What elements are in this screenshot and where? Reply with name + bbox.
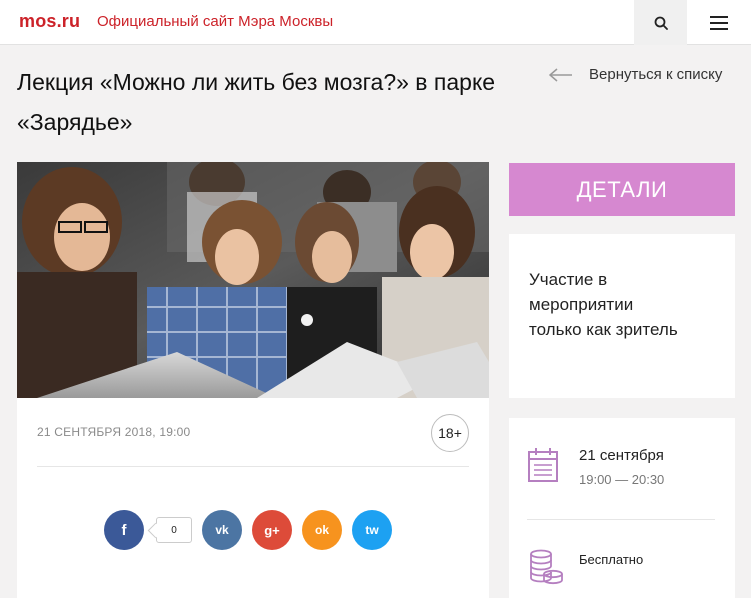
search-icon — [654, 16, 668, 30]
search-button[interactable] — [634, 0, 687, 45]
age-rating-badge: 18+ — [431, 414, 469, 452]
event-date: 21 СЕНТЯБРЯ 2018, 19:00 — [37, 425, 191, 439]
logo[interactable]: mos.ru — [19, 11, 80, 32]
coins-icon — [530, 549, 563, 585]
ok-icon: ok — [314, 523, 329, 537]
back-to-list-link[interactable]: Вернуться к списку — [549, 66, 722, 83]
info-price: Бесплатно — [579, 552, 644, 567]
share-counter: 0 — [156, 517, 192, 543]
facebook-share-button[interactable]: f — [104, 510, 144, 550]
divider — [527, 519, 715, 520]
site-header: mos.ru Официальный сайт Мэра Москвы — [0, 0, 751, 45]
gplus-share-button[interactable]: g+ — [252, 510, 292, 550]
info-date: 21 сентября — [579, 447, 664, 464]
ok-share-button[interactable]: ok — [302, 510, 342, 550]
details-button[interactable]: ДЕТАЛИ — [509, 163, 735, 216]
hamburger-line — [710, 21, 728, 24]
event-photo — [17, 162, 489, 398]
event-photo-image — [17, 162, 489, 398]
page-title: Лекция «Можно ли жить без мозга?» в парк… — [17, 69, 496, 135]
participation-card: Участие в мероприятии только как зритель — [509, 234, 735, 398]
info-time: 19:00 — 20:30 — [579, 472, 665, 487]
hamburger-line — [710, 27, 728, 30]
twitter-icon: tw — [365, 523, 379, 537]
menu-button[interactable] — [687, 0, 751, 45]
back-to-list-label: Вернуться к списку — [589, 66, 723, 83]
site-title-link[interactable]: Официальный сайт Мэра Москвы — [97, 13, 333, 30]
divider — [37, 466, 469, 467]
vk-icon: vk — [215, 523, 229, 537]
gplus-icon: g+ — [264, 522, 280, 538]
twitter-share-button[interactable]: tw — [352, 510, 392, 550]
social-share: f 0 vk g+ ok tw — [104, 510, 392, 550]
calendar-icon — [528, 448, 558, 482]
hamburger-icon — [710, 15, 728, 18]
event-card: 21 СЕНТЯБРЯ 2018, 19:00 18+ f 0 vk g+ ok… — [17, 398, 489, 598]
facebook-icon: f — [121, 521, 127, 539]
arrow-left-icon — [549, 67, 572, 82]
participation-text: Участие в мероприятии только как зритель — [529, 270, 678, 339]
vk-share-button[interactable]: vk — [202, 510, 242, 550]
event-info-card: 21 сентября 19:00 — 20:30 Бесплатно — [509, 418, 735, 598]
